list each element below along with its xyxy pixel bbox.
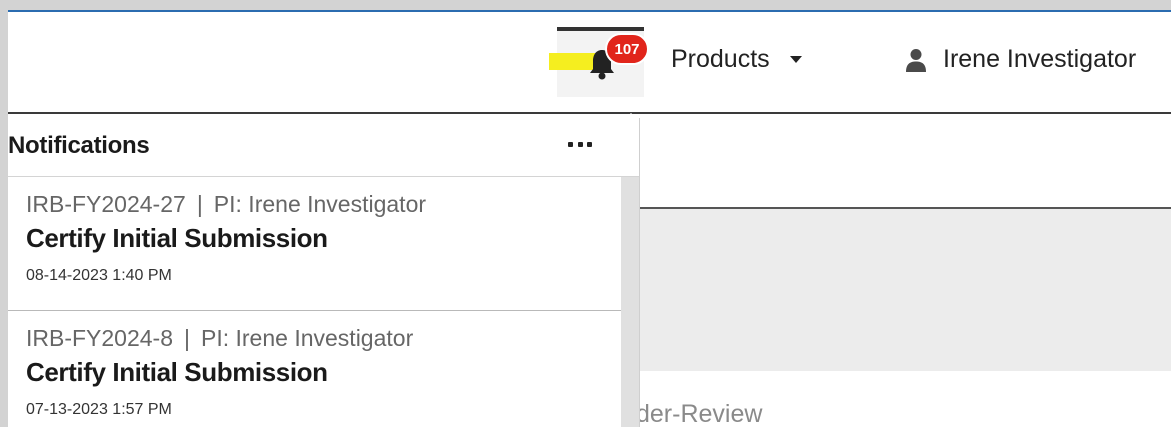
notification-title: Certify Initial Submission xyxy=(26,223,328,253)
protocol-id: IRB-FY2024-27 xyxy=(26,191,186,217)
notification-timestamp: 07-13-2023 1:57 PM xyxy=(26,401,172,418)
principal-investigator: PI: Irene Investigator xyxy=(213,191,427,217)
principal-investigator: PI: Irene Investigator xyxy=(201,325,414,351)
notification-timestamp: 08-14-2023 1:40 PM xyxy=(26,267,172,284)
products-label: Products xyxy=(671,45,770,73)
notifications-title: Notifications xyxy=(8,132,150,159)
notification-reference: IRB-FY2024-8 | PI: Irene Investigator xyxy=(26,325,413,352)
notification-item[interactable]: IRB-FY2024-27 | PI: Irene Investigator Cer… xyxy=(8,177,621,311)
user-menu[interactable]: Irene Investigator xyxy=(905,45,1136,74)
separator: | xyxy=(184,325,190,351)
notifications-button[interactable]: 107 xyxy=(549,27,649,97)
notifications-panel-header: Notifications xyxy=(8,118,639,177)
more-dot-icon xyxy=(568,141,573,147)
notification-reference: IRB-FY2024-27 | PI: Irene Investigator xyxy=(26,191,426,218)
content-gray-region xyxy=(640,209,1171,371)
more-dot-icon xyxy=(577,141,583,147)
products-menu[interactable]: Products xyxy=(671,45,802,74)
notification-item[interactable]: IRB-FY2024-8 | PI: Irene Investigator Cert… xyxy=(8,311,621,427)
header-divider xyxy=(8,112,1171,114)
more-options-button[interactable] xyxy=(568,132,592,156)
notification-title: Certify Initial Submission xyxy=(26,357,328,387)
more-dot-icon xyxy=(587,141,592,147)
notifications-list: IRB-FY2024-27 | PI: Irene Investigator Cer… xyxy=(8,177,621,427)
notifications-panel: Notifications IRB-FY2024-27 | PI: Irene In… xyxy=(8,118,640,427)
chevron-down-icon xyxy=(789,56,802,63)
protocol-id: IRB-FY2024-8 xyxy=(26,325,174,351)
user-name: Irene Investigator xyxy=(943,45,1137,73)
window-frame-top xyxy=(0,0,1171,10)
scrollbar[interactable] xyxy=(621,177,639,427)
background-status-text: der-Review xyxy=(636,400,763,428)
separator: | xyxy=(196,191,203,217)
notification-count-badge: 107 xyxy=(605,33,649,65)
window-frame-left xyxy=(0,0,8,427)
user-icon xyxy=(906,48,926,72)
